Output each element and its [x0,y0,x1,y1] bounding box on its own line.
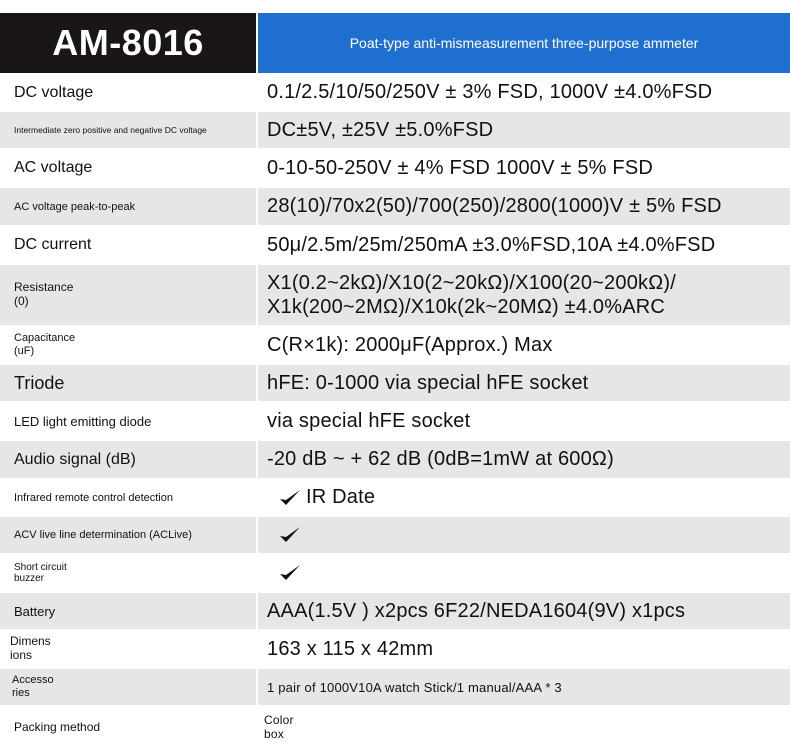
spec-label: Dimens ions [0,631,256,667]
spec-label: DC voltage [0,75,256,110]
table-row: DC current 50μ/2.5m/25m/250mA ±3.0%FSD,1… [0,227,790,265]
spec-value: 28(10)/70x2(50)/700(250)/2800(1000)V ± 5… [258,188,790,225]
spec-sheet: AM-8016 Poat-type anti-mismeasurement th… [0,0,790,752]
spec-label: Packing method [0,707,256,747]
spec-label: Short circuit buzzer [0,555,256,591]
spec-label: Capacitance (uF) [0,327,256,363]
table-row: DC voltage 0.1/2.5/10/50/250V ± 3% FSD, … [0,75,790,112]
spec-value: 50μ/2.5m/25m/250mA ±3.0%FSD,10A ±4.0%FSD [258,227,790,263]
spec-value: 0-10-50-250V ± 4% FSD 1000V ± 5% FSD [258,150,790,186]
table-row: ACV live line determination (ACLive) [0,517,790,555]
spec-value: IR Date [258,480,790,515]
spec-value: 1 pair of 1000V10A watch Stick/1 manual/… [258,669,790,705]
spec-value: C(R×1k): 2000μF(Approx.) Max [258,327,790,363]
table-row: Infrared remote control detection IR Dat… [0,480,790,517]
table-row: Accesso ries 1 pair of 1000V10A watch St… [0,669,790,707]
spec-label: Resistance (0) [0,265,256,325]
table-row: Intermediate zero positive and negative … [0,112,790,150]
table-row: AC voltage 0-10-50-250V ± 4% FSD 1000V ±… [0,150,790,188]
table-row: AC voltage peak-to-peak 28(10)/70x2(50)/… [0,188,790,227]
spec-value: via special hFE socket [258,403,790,439]
spec-value: AAA(1.5V ) x2pcs 6F22/NEDA1604(9V) x1pcs [258,593,790,629]
spec-value: DC±5V, ±25V ±5.0%FSD [258,112,790,148]
spec-value-text: IR Date [306,486,376,508]
spec-label: Intermediate zero positive and negative … [0,112,256,148]
spec-value: hFE: 0-1000 via special hFE socket [258,365,790,401]
spec-value: X1(0.2~2kΩ)/X10(2~20kΩ)/X100(20~200kΩ)/ … [258,265,790,325]
spec-label: ACV live line determination (ACLive) [0,517,256,553]
spec-label: Battery [0,593,256,629]
product-subtitle: Poat-type anti-mismeasurement three-purp… [258,13,790,73]
spec-value: 0.1/2.5/10/50/250V ± 3% FSD, 1000V ±4.0%… [258,75,790,110]
spec-value: Color box [258,707,790,747]
table-row: Resistance (0) X1(0.2~2kΩ)/X10(2~20kΩ)/X… [0,265,790,327]
spec-label: Audio signal (dB) [0,441,256,478]
spec-value [258,555,790,591]
model-title: AM-8016 [0,13,256,73]
spec-label: Triode [0,365,256,401]
table-row: Triode hFE: 0-1000 via special hFE socke… [0,365,790,403]
table-row: Packing method Color box [0,707,790,749]
spec-label: AC voltage [0,150,256,186]
checkmark-icon [278,523,302,547]
spec-value: -20 dB ~ + 62 dB (0dB=1mW at 600Ω) [258,441,790,478]
spec-value: 163 x 115 x 42mm [258,631,790,667]
table-row: Dimens ions 163 x 115 x 42mm [0,631,790,669]
header-bar: AM-8016 Poat-type anti-mismeasurement th… [0,13,790,73]
spec-label: Infrared remote control detection [0,480,256,515]
spec-label: DC current [0,227,256,263]
table-row: LED light emitting diode via special hFE… [0,403,790,441]
table-row: Battery AAA(1.5V ) x2pcs 6F22/NEDA1604(9… [0,593,790,631]
spec-label: Accesso ries [0,669,256,705]
table-row: Audio signal (dB) -20 dB ~ + 62 dB (0dB=… [0,441,790,480]
table-row: Capacitance (uF) C(R×1k): 2000μF(Approx.… [0,327,790,365]
spec-label: AC voltage peak-to-peak [0,188,256,225]
checkmark-icon [278,486,302,510]
spec-value [258,517,790,553]
table-row: Short circuit buzzer [0,555,790,593]
checkmark-icon [278,561,302,585]
spec-label: LED light emitting diode [0,403,256,439]
